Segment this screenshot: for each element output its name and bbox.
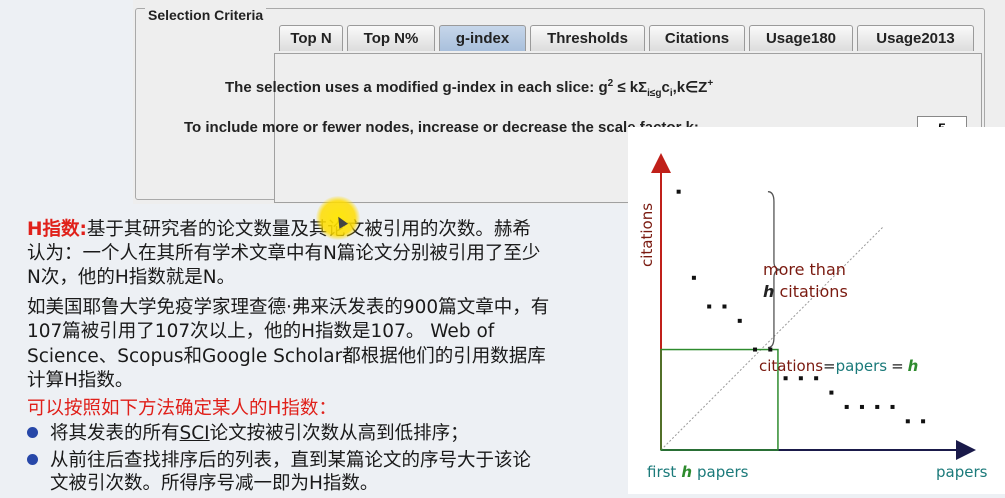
first-papers: papers [697,463,749,481]
bullet-find-index-cont: 文被引次数。所得序号减一即为H指数。 [50,473,379,494]
bullet1-pre: 将其发表的所有 [50,423,180,444]
method-heading: 可以按照如下方法确定某人的H指数： [27,398,337,419]
example-line4: 计算H指数。 [27,370,134,391]
data-point [783,376,788,381]
data-point [753,347,758,352]
tab-top-n[interactable]: Top N [279,25,343,51]
data-point [921,419,926,424]
bullet-dot-icon [27,453,38,465]
bullet-dot-icon [27,426,38,438]
gindex-sup-plus: + [707,78,714,89]
eq-papers: papers [836,357,888,375]
tab-usage2013[interactable]: Usage2013 [857,25,974,51]
h-index-heading: H指数: [27,219,87,240]
data-point [875,404,880,409]
data-point [844,404,849,409]
h-symbol: h [763,282,774,301]
data-point [737,318,742,323]
data-point [707,304,712,309]
gindex-sup-2: 2 [607,78,614,89]
data-point [859,404,864,409]
h-index-definition-line1: H指数:基于其研究者的论文数量及其论文被引用的次数。赫希 [27,218,531,242]
example-line3: Science、Scopus和Google Scholar都根据他们的引用数据库 [27,346,546,367]
bullet2-line1: 从前往后查找排序后的列表，直到某篇论文的序号大于该论 [50,450,532,471]
eq-sign-1: = [823,357,836,375]
example-line2: 107篇被引用了107次以上，他的H指数是107。 Web of [27,321,495,342]
data-point [798,376,803,381]
bullet-find-index: 从前往后查找排序后的列表，直到某篇论文的序号大于该论 [27,449,531,473]
eq-sign-2: = [891,357,904,375]
bullet1-post: 论文按被引次数从高到低排序； [209,423,469,444]
tab-g-index[interactable]: g-index [439,25,526,51]
first-h: h [681,463,692,481]
first-word: first [647,463,676,481]
equality-label: citations=papers = h [759,357,918,375]
data-point [722,304,727,309]
h-citations-label: h citations [763,282,848,301]
data-point [814,376,819,381]
bullet-sort-papers: 将其发表的所有SCI论文按被引次数从高到低排序； [27,422,469,446]
y-axis-label: citations [638,203,656,267]
data-point [676,189,681,194]
data-point [890,404,895,409]
more-than-label: more than [763,260,846,279]
gindex-text: The selection uses a modified g-index in… [225,79,608,96]
tab-top-n-percent[interactable]: Top N% [347,25,435,51]
gindex-sub: i≤g [647,88,662,99]
data-point [691,275,696,280]
definition-text: 基于其研究者的论文数量及其论文被引用的次数。赫希 [86,219,531,240]
tab-citations[interactable]: Citations [649,25,745,51]
tab-usage180[interactable]: Usage180 [749,25,853,51]
group-title: Selection Criteria [145,7,267,23]
eq-citations: citations [759,357,823,375]
first-h-papers-label: first h papers [647,463,749,481]
definition-line2: 认为：一个人在其所有学术文章中有N篇论文分别被引用了至少 [27,243,541,264]
gindex-description: The selection uses a modified g-index in… [225,78,713,99]
scale-factor-label: To include more or fewer nodes, increase… [184,119,699,136]
gindex-formula: ≤ kΣ [617,79,648,96]
eq-h: h [908,357,919,375]
x-axis-label: papers [936,463,988,481]
h-index-chart-svg: citations papers more than h citations c… [638,153,988,481]
points-group [676,189,926,424]
data-point [768,347,773,352]
sci-link: SCI [179,423,210,444]
example-line1: 如美国耶鲁大学免疫学家理查德·弗来沃发表的900篇文章中，有 [27,297,550,318]
tab-thresholds[interactable]: Thresholds [530,25,645,51]
data-point [829,390,834,395]
h-index-chart: citations papers more than h citations c… [628,127,1005,494]
definition-line3: N次，他的H指数就是N。 [27,267,236,288]
gindex-c: c [661,79,670,96]
citations-word: citations [774,282,847,301]
gindex-end: ,k∈Z [672,79,708,96]
data-point [905,419,910,424]
